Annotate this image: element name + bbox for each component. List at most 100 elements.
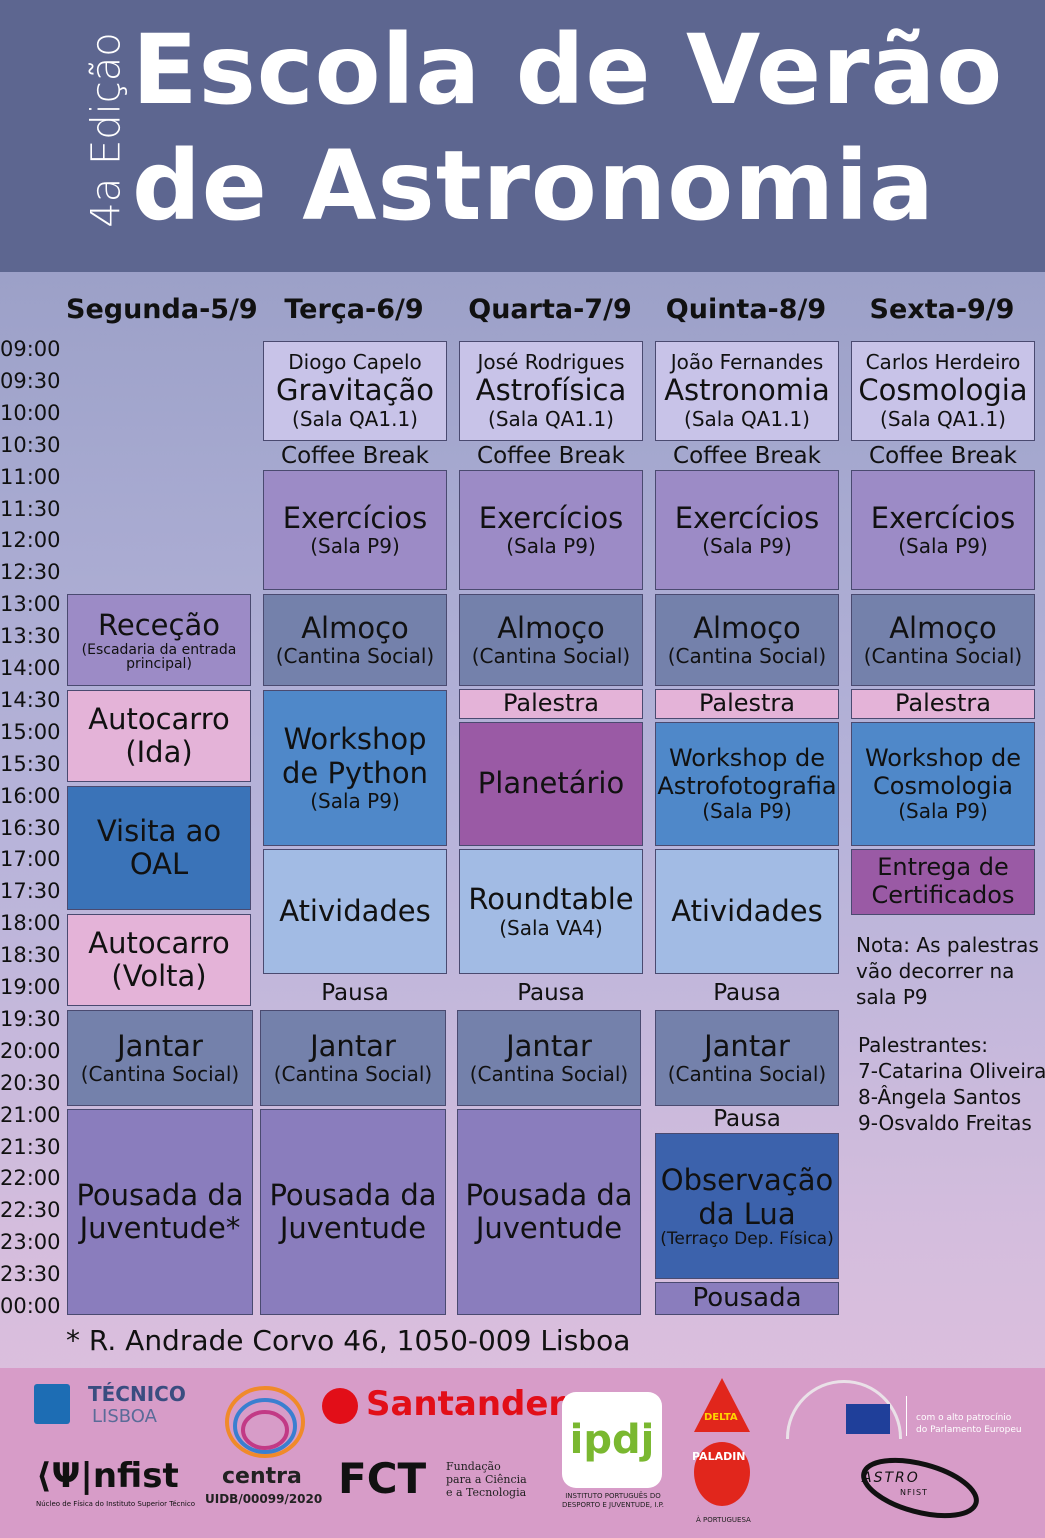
friday-exercises: Exercícios (Sala P9) [851, 470, 1035, 590]
workshop-room: (Sala P9) [310, 788, 400, 813]
tecnico-city: LISBOA [92, 1406, 157, 1427]
exercises-title: Exercícios [870, 500, 1016, 535]
time-label: 22:30 [0, 1198, 61, 1223]
reception-location-1: (Escadaria da entrada [81, 641, 237, 658]
day-header-friday: Sexta-9/9 [869, 294, 1015, 325]
tuesday-activities: Atividades [263, 849, 447, 974]
paladin-name: PALADIN [692, 1450, 746, 1463]
lecture-speaker: João Fernandes [670, 350, 824, 375]
eu-flag-icon [846, 1404, 890, 1434]
time-label: 10:30 [0, 432, 61, 457]
lunch-location: (Cantina Social) [275, 644, 435, 669]
workshop-room: (Sala P9) [702, 799, 792, 824]
monday-reception: Receção (Escadaria da entrada principal) [67, 594, 251, 686]
santander-name: Santander [366, 1384, 566, 1424]
bus-go-line1: Autocarro [88, 701, 230, 736]
lecture-room: (Sala QA1.1) [684, 406, 810, 431]
ipdj-name: ipdj [569, 1417, 655, 1463]
time-label: 11:00 [0, 464, 61, 489]
lecture-room: (Sala QA1.1) [488, 406, 614, 431]
exercises-room: (Sala P9) [702, 534, 792, 559]
time-label: 19:00 [0, 975, 61, 999]
bus-go-line2: (Ida) [125, 735, 193, 769]
monday-dinner: Jantar (Cantina Social) [67, 1010, 253, 1106]
santander-flame-icon [322, 1388, 358, 1424]
lecture-topic: Astrofísica [475, 373, 627, 408]
time-label: 23:30 [0, 1262, 61, 1287]
workshop-room: (Sala P9) [898, 799, 988, 824]
exercises-title: Exercícios [674, 500, 820, 535]
dinner-location: (Cantina Social) [80, 1062, 240, 1087]
roundtable-room: (Sala VA4) [499, 915, 603, 940]
lodging-line1: Pousada da [465, 1177, 633, 1212]
centra-logo-icon [220, 1380, 310, 1468]
time-label: 19:30 [0, 1006, 61, 1031]
thursday-workshop-astrophotography: Workshop de Astrofotografia (Sala P9) [655, 722, 839, 846]
workshop-line2: de Python [282, 755, 428, 790]
activities-title: Atividades [279, 893, 431, 928]
note-line-3: sala P9 [856, 985, 928, 1009]
workshop-line1: Workshop de [668, 743, 826, 772]
note-line-1: Nota: As palestras [856, 933, 1039, 957]
wednesday-planetarium: Planetário [459, 722, 643, 846]
centra-name: centra [222, 1464, 302, 1489]
time-label: 15:30 [0, 751, 61, 776]
time-label: 21:00 [0, 1102, 61, 1127]
friday-lunch: Almoço (Cantina Social) [851, 594, 1035, 686]
thursday-lodging: Pousada [655, 1282, 839, 1315]
header-banner: 4a Edição Escola de Verão de Astronomia [0, 0, 1045, 272]
talk-title: Palestra [894, 689, 992, 718]
thursday-coffee-break: Coffee Break [673, 443, 821, 469]
thursday-lunch: Almoço (Cantina Social) [655, 594, 839, 686]
nfist-subtitle: Núcleo de Física do Instituto Superior T… [36, 1500, 195, 1508]
time-label: 00:00 [0, 1294, 61, 1318]
lecture-topic: Astronomia [664, 373, 830, 408]
exercises-room: (Sala P9) [506, 534, 596, 559]
time-label: 17:30 [0, 879, 61, 904]
tecnico-name: TÉCNICO [88, 1382, 186, 1406]
fct-sub-1: Fundação [446, 1460, 501, 1473]
thursday-pause: Pausa [713, 980, 781, 1006]
workshop-line2: Cosmologia [873, 771, 1013, 800]
wednesday-roundtable: Roundtable (Sala VA4) [459, 849, 643, 974]
friday-certificates: Entrega de Certificados [851, 849, 1035, 915]
lunch-title: Almoço [497, 610, 605, 645]
time-label: 16:00 [0, 783, 61, 808]
tuesday-lecture: Diogo Capelo Gravitação (Sala QA1.1) [263, 341, 447, 441]
fct-sub-3: e a Tecnologia [446, 1486, 527, 1499]
lecture-speaker: José Rodrigues [477, 350, 625, 375]
time-label: 20:30 [0, 1070, 61, 1095]
time-label: 13:30 [0, 624, 61, 649]
title-line-2: de Astronomia [132, 130, 935, 242]
lunch-title: Almoço [301, 610, 409, 645]
speaker-7: 7-Catarina Oliveira [858, 1059, 1045, 1083]
wednesday-talk: Palestra [459, 689, 643, 719]
moon-line1: Observação [660, 1163, 834, 1198]
moon-location: (Terraço Dep. Física) [660, 1228, 834, 1249]
dinner-title: Jantar [117, 1028, 203, 1063]
lodging-line1: Pousada da [76, 1177, 244, 1212]
monday-bus-back: Autocarro (Volta) [67, 914, 251, 1006]
astro-subtitle: NFIST [900, 1488, 928, 1497]
wednesday-exercises: Exercícios (Sala P9) [459, 470, 643, 590]
lodging-line1: Pousada da [269, 1177, 437, 1212]
title-line-1: Escola de Verão [132, 14, 1004, 126]
lodging-line2: Juventude [475, 1211, 623, 1245]
thursday-lecture: João Fernandes Astronomia (Sala QA1.1) [655, 341, 839, 441]
day-header-monday: Segunda-5/9 [66, 294, 258, 325]
fct-subtitle: Fundação para a Ciência e a Tecnologia [446, 1460, 527, 1499]
lodging-line2: Juventude [279, 1211, 427, 1245]
fct-sub-2: para a Ciência [446, 1473, 527, 1486]
day-header-tuesday: Terça-6/9 [284, 294, 424, 325]
speaker-8: 8-Ângela Santos [858, 1085, 1022, 1109]
wednesday-lunch: Almoço (Cantina Social) [459, 594, 643, 686]
time-label: 12:30 [0, 560, 61, 585]
lecture-speaker: Diogo Capelo [288, 350, 422, 375]
parliament-divider [906, 1396, 907, 1436]
edition-label: 4a Edição [84, 32, 130, 228]
lecture-room: (Sala QA1.1) [292, 406, 418, 431]
time-label: 11:30 [0, 496, 61, 521]
reception-title: Receção [98, 608, 220, 643]
wednesday-pause: Pausa [517, 980, 585, 1006]
certificates-line2: Certificados [871, 881, 1015, 909]
